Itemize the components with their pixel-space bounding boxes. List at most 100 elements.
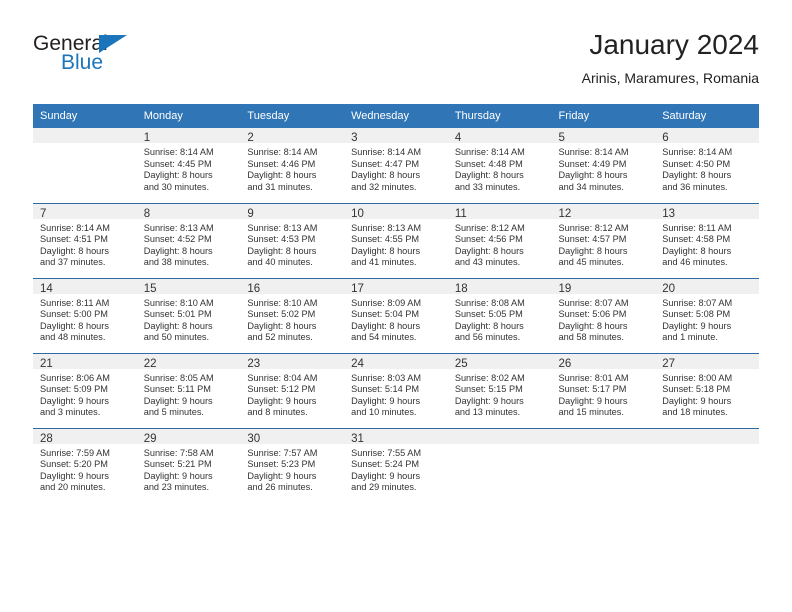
daylight-text: Daylight: 8 hours — [351, 170, 421, 181]
sunset-text: Sunset: 4:51 PM — [40, 234, 108, 245]
sunrise-text: Sunrise: 8:07 AM — [662, 297, 733, 308]
day-cell[interactable]: 3 Sunrise: 8:14 AM Sunset: 4:47 PM Daylight… — [344, 128, 448, 203]
sunset-text: Sunset: 5:21 PM — [143, 459, 212, 470]
daylight-text: Daylight: 8 hours — [143, 245, 213, 256]
daylight-text: Daylight: 8 hours — [351, 320, 421, 331]
day-number: 4 — [447, 128, 552, 144]
day-details — [552, 444, 656, 448]
sunset-text: Sunset: 5:23 PM — [247, 459, 316, 470]
day-number — [447, 428, 552, 444]
day-details: Sunrise: 8:05 AM Sunset: 5:11 PM Daylight:… — [137, 369, 241, 419]
calendar-body: 1 Sunrise: 8:14 AM Sunset: 4:45 PM Daylight… — [33, 128, 759, 503]
day-cell[interactable]: 25 Sunrise: 8:02 AM Sunset: 5:15 PM Dayligh… — [447, 352, 552, 428]
sunrise-text: Sunrise: 8:12 AM — [558, 222, 629, 233]
calendar-week-row: 7 Sunrise: 8:14 AM Sunset: 4:51 PM Daylight… — [33, 202, 759, 278]
sunset-text: Sunset: 4:53 PM — [247, 234, 316, 245]
daylight-text: and 58 minutes. — [558, 332, 624, 343]
weekday-header-sunday: Sunday — [33, 104, 137, 128]
day-cell[interactable]: 18 Sunrise: 8:08 AM Sunset: 5:05 PM Dayligh… — [447, 277, 552, 353]
daylight-text: Daylight: 8 hours — [662, 170, 732, 181]
day-cell[interactable]: 5 Sunrise: 8:14 AM Sunset: 4:49 PM Daylight… — [551, 128, 656, 203]
sunset-text: Sunset: 4:45 PM — [143, 158, 212, 169]
day-cell[interactable]: 17 Sunrise: 8:09 AM Sunset: 5:04 PM Dayligh… — [344, 277, 448, 353]
day-cell[interactable]: 20 Sunrise: 8:07 AM Sunset: 5:08 PM Dayligh… — [655, 277, 759, 353]
day-cell[interactable]: 8 Sunrise: 8:13 AM Sunset: 4:52 PM Daylight… — [136, 202, 241, 278]
daylight-text: Daylight: 8 hours — [662, 245, 732, 256]
day-cell[interactable]: 27 Sunrise: 8:00 AM Sunset: 5:18 PM Dayligh… — [655, 352, 759, 428]
day-cell[interactable]: 30 Sunrise: 7:57 AM Sunset: 5:23 PM Dayligh… — [240, 427, 345, 503]
sunrise-text: Sunrise: 8:10 AM — [143, 297, 214, 308]
day-number: 28 — [33, 428, 137, 445]
daylight-text: and 13 minutes. — [454, 407, 521, 418]
day-cell[interactable]: 4 Sunrise: 8:14 AM Sunset: 4:48 PM Daylight… — [447, 128, 552, 203]
day-details: Sunrise: 8:01 AM Sunset: 5:17 PM Daylight:… — [552, 369, 656, 419]
daylight-text: Daylight: 9 hours — [558, 395, 628, 406]
logo-text-blue: Blue — [61, 51, 104, 74]
day-details: Sunrise: 8:12 AM Sunset: 4:57 PM Daylight:… — [552, 219, 656, 269]
day-cell[interactable]: 19 Sunrise: 8:07 AM Sunset: 5:06 PM Dayligh… — [551, 277, 656, 353]
day-cell[interactable]: 9 Sunrise: 8:13 AM Sunset: 4:53 PM Daylight… — [240, 202, 345, 278]
sunrise-text: Sunrise: 8:11 AM — [662, 222, 732, 233]
day-cell[interactable]: 12 Sunrise: 8:12 AM Sunset: 4:57 PM Dayligh… — [551, 202, 656, 278]
daylight-text: and 20 minutes. — [40, 482, 106, 493]
sunrise-text: Sunrise: 8:05 AM — [143, 372, 214, 383]
sunset-text: Sunset: 4:46 PM — [247, 158, 316, 169]
daylight-text: and 31 minutes. — [247, 181, 313, 192]
day-number: 16 — [240, 278, 345, 295]
sunset-text: Sunset: 5:01 PM — [143, 309, 212, 320]
daylight-text: Daylight: 9 hours — [40, 395, 109, 406]
page-subtitle: Arinis, Maramures, Romania — [581, 70, 759, 86]
sunrise-text: Sunrise: 8:13 AM — [351, 222, 422, 233]
day-number: 9 — [240, 203, 345, 220]
day-cell[interactable]: 15 Sunrise: 8:10 AM Sunset: 5:01 PM Dayligh… — [136, 277, 241, 353]
page-header: General Blue January 2024 Arinis, Maramu… — [33, 28, 759, 96]
day-cell[interactable]: 31 Sunrise: 7:55 AM Sunset: 5:24 PM Dayligh… — [344, 427, 448, 503]
day-cell[interactable]: 21 Sunrise: 8:06 AM Sunset: 5:09 PM Dayligh… — [33, 352, 137, 428]
day-number: 18 — [447, 278, 552, 295]
day-details — [655, 444, 759, 448]
day-cell[interactable]: 23 Sunrise: 8:04 AM Sunset: 5:12 PM Dayligh… — [240, 352, 345, 428]
day-cell[interactable]: 6 Sunrise: 8:14 AM Sunset: 4:50 PM Daylight… — [655, 128, 759, 203]
day-number: 1 — [136, 128, 241, 144]
day-number: 26 — [551, 353, 656, 370]
day-cell[interactable]: 16 Sunrise: 8:10 AM Sunset: 5:02 PM Dayligh… — [240, 277, 345, 353]
day-cell-empty — [551, 427, 656, 503]
day-details: Sunrise: 7:58 AM Sunset: 5:21 PM Daylight:… — [137, 444, 241, 494]
day-number — [655, 428, 759, 444]
day-number: 25 — [447, 353, 552, 370]
daylight-text: and 40 minutes. — [247, 257, 313, 268]
sunset-text: Sunset: 5:04 PM — [351, 309, 420, 320]
day-cell[interactable]: 28 Sunrise: 7:59 AM Sunset: 5:20 PM Dayligh… — [33, 427, 137, 503]
day-cell[interactable]: 22 Sunrise: 8:05 AM Sunset: 5:11 PM Dayligh… — [136, 352, 241, 428]
day-details: Sunrise: 7:57 AM Sunset: 5:23 PM Daylight:… — [240, 444, 344, 494]
day-cell[interactable]: 10 Sunrise: 8:13 AM Sunset: 4:55 PM Dayligh… — [344, 202, 448, 278]
day-cell[interactable]: 29 Sunrise: 7:58 AM Sunset: 5:21 PM Dayligh… — [136, 427, 241, 503]
day-cell[interactable]: 7 Sunrise: 8:14 AM Sunset: 4:51 PM Daylight… — [33, 202, 137, 278]
calendar-week-row: 14 Sunrise: 8:11 AM Sunset: 5:00 PM Dayligh… — [33, 277, 759, 353]
day-cell-empty — [447, 427, 552, 503]
sunrise-text: Sunrise: 7:57 AM — [247, 447, 318, 458]
sunset-text: Sunset: 5:12 PM — [247, 384, 316, 395]
daylight-text: and 36 minutes. — [662, 181, 728, 192]
day-cell[interactable]: 1 Sunrise: 8:14 AM Sunset: 4:45 PM Daylight… — [136, 128, 241, 203]
day-number: 22 — [136, 353, 241, 370]
sunrise-text: Sunrise: 8:13 AM — [143, 222, 214, 233]
day-cell[interactable]: 11 Sunrise: 8:12 AM Sunset: 4:56 PM Dayligh… — [447, 202, 552, 278]
day-cell[interactable]: 2 Sunrise: 8:14 AM Sunset: 4:46 PM Daylight… — [240, 128, 345, 203]
daylight-text: and 1 minute. — [662, 332, 718, 343]
day-number: 29 — [136, 428, 241, 445]
calendar-page: General Blue January 2024 Arinis, Maramu… — [0, 0, 792, 612]
day-cell[interactable]: 24 Sunrise: 8:03 AM Sunset: 5:14 PM Dayligh… — [344, 352, 448, 428]
daylight-text: Daylight: 8 hours — [558, 170, 628, 181]
day-cell[interactable]: 26 Sunrise: 8:01 AM Sunset: 5:17 PM Dayligh… — [551, 352, 656, 428]
day-cell[interactable]: 14 Sunrise: 8:11 AM Sunset: 5:00 PM Dayligh… — [33, 277, 137, 353]
sunset-text: Sunset: 4:49 PM — [558, 158, 627, 169]
day-cell[interactable]: 13 Sunrise: 8:11 AM Sunset: 4:58 PM Dayligh… — [655, 202, 759, 278]
day-number: 3 — [344, 128, 448, 144]
daylight-text: and 38 minutes. — [143, 257, 210, 268]
day-number: 5 — [551, 128, 656, 144]
day-details: Sunrise: 8:14 AM Sunset: 4:47 PM Daylight:… — [344, 143, 448, 193]
sunset-text: Sunset: 4:58 PM — [662, 234, 731, 245]
sunrise-text: Sunrise: 8:08 AM — [454, 297, 525, 308]
day-details: Sunrise: 8:14 AM Sunset: 4:45 PM Daylight:… — [137, 143, 241, 193]
